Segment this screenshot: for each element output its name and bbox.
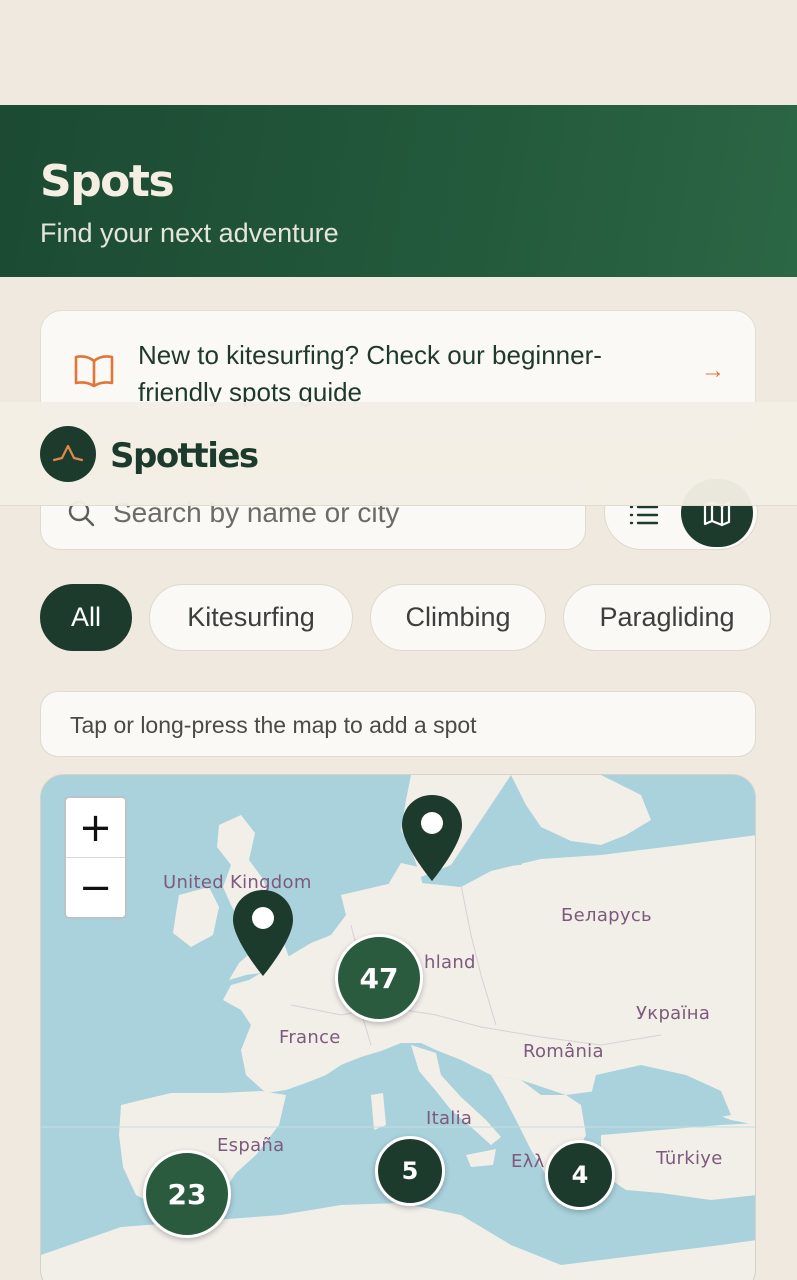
map-label-spain: España: [217, 1135, 285, 1156]
zoom-out-button[interactable]: −: [66, 858, 125, 917]
map-pin[interactable]: [400, 793, 464, 883]
spots-map[interactable]: United Kingdom Беларусь hland Україна Fr…: [40, 774, 756, 1280]
map-label-turkey: Türkiye: [656, 1148, 723, 1169]
filter-chip-kitesurfing[interactable]: Kitesurfing: [149, 584, 353, 651]
filter-chip-climbing[interactable]: Climbing: [370, 584, 546, 651]
filter-chip-all[interactable]: All: [40, 584, 132, 651]
zoom-in-button[interactable]: +: [66, 798, 125, 858]
brand-name: Spotties: [110, 436, 259, 476]
zoom-control: + −: [64, 796, 127, 919]
map-label-france: France: [279, 1027, 341, 1048]
map-label-greece: Ελλ: [511, 1151, 545, 1172]
mountain-logo-icon: [52, 444, 84, 462]
map-label-belarus: Беларусь: [561, 905, 652, 926]
map-cluster[interactable]: 23: [143, 1150, 231, 1238]
map-label-germany: hland: [424, 952, 476, 973]
logo[interactable]: [40, 426, 96, 482]
map-hint: Tap or long-press the map to add a spot: [40, 691, 756, 757]
map-label-italy: Italia: [426, 1108, 473, 1129]
map-label-romania: România: [523, 1041, 604, 1062]
page-title: Spots: [40, 156, 175, 207]
filter-chip-paragliding[interactable]: Paragliding: [563, 584, 771, 651]
banner-text: New to kitesurfing? Check our beginner-f…: [138, 340, 602, 407]
map-cluster[interactable]: 4: [545, 1140, 615, 1210]
arrow-right-icon: →: [701, 357, 725, 384]
app-bar: Spotties: [0, 402, 797, 506]
map-pin[interactable]: [231, 888, 295, 978]
map-label-ukraine: Україна: [636, 1003, 711, 1024]
book-open-icon: [74, 353, 114, 389]
map-hint-text: Tap or long-press the map to add a spot: [70, 712, 477, 738]
page-subtitle: Find your next adventure: [40, 218, 339, 248]
map-cluster[interactable]: 5: [375, 1136, 445, 1206]
map-cluster[interactable]: 47: [335, 934, 423, 1022]
